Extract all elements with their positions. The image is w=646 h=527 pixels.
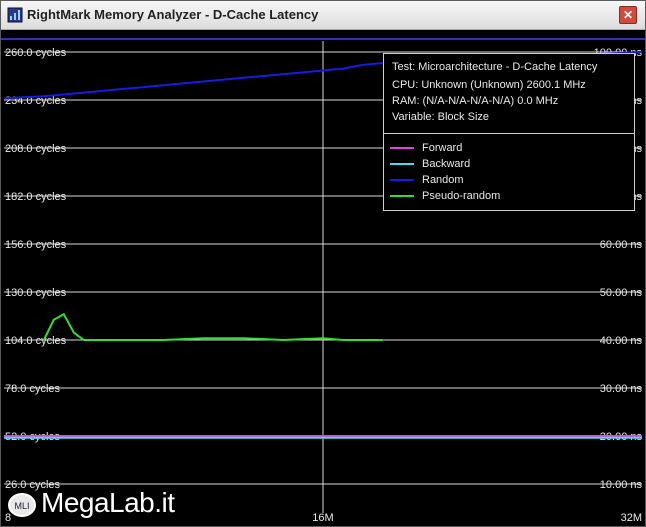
legend-item-pseudo-random: Pseudo-random	[390, 190, 500, 202]
app-window: RightMark Memory Analyzer - D-Cache Late…	[0, 0, 646, 527]
legend-divider	[384, 133, 634, 134]
mli-badge-icon: MLI	[8, 493, 36, 517]
x-tick-label: 32M	[621, 512, 642, 524]
x-tick-label: 16M	[312, 512, 333, 524]
y-right-tick-label: 60.00 ns	[600, 239, 643, 251]
legend-label: Pseudo-random	[422, 190, 501, 202]
legend-swatch	[390, 147, 414, 150]
legend-swatch	[390, 179, 414, 182]
y-left-tick-label: 78.0 cycles	[5, 383, 61, 395]
legend-label: Forward	[422, 142, 463, 154]
mli-badge-text: MLI	[14, 501, 29, 511]
legend-swatch	[390, 195, 414, 198]
watermark-text: MegaLab.it	[41, 487, 175, 518]
y-right-tick-label: 50.00 ns	[600, 287, 643, 299]
legend-item-random: Random	[390, 174, 464, 186]
y-right-tick-label: 40.00 ns	[600, 335, 643, 347]
y-left-tick-label: 260.0 cycles	[5, 47, 67, 59]
info-variable: Variable: Block Size	[392, 111, 490, 123]
series-line-pseudo-random	[43, 312, 383, 342]
y-left-tick-label: 208.0 cycles	[5, 143, 67, 155]
legend-item-backward: Backward	[390, 158, 470, 170]
legend-label: Backward	[422, 158, 471, 170]
y-left-tick-label: 130.0 cycles	[5, 287, 67, 299]
y-left-tick-label: 104.0 cycles	[5, 335, 67, 347]
info-test: Test: Microarchitecture - D-Cache Latenc…	[392, 61, 598, 73]
y-right-tick-label: 30.00 ns	[600, 383, 643, 395]
legend-swatch	[390, 163, 414, 166]
legend-box: Test: Microarchitecture - D-Cache Latenc…	[383, 53, 635, 211]
y-left-tick-label: 182.0 cycles	[5, 191, 67, 203]
y-left-tick-label: 156.0 cycles	[5, 239, 67, 251]
info-cpu: CPU: Unknown (Unknown) 2600.1 MHz	[392, 79, 586, 91]
legend-label: Random	[422, 174, 464, 186]
legend-item-forward: Forward	[390, 142, 462, 154]
y-right-tick-label: 10.00 ns	[600, 479, 643, 491]
info-ram: RAM: (N/A-N/A-N/A-N/A) 0.0 MHz	[392, 95, 559, 107]
